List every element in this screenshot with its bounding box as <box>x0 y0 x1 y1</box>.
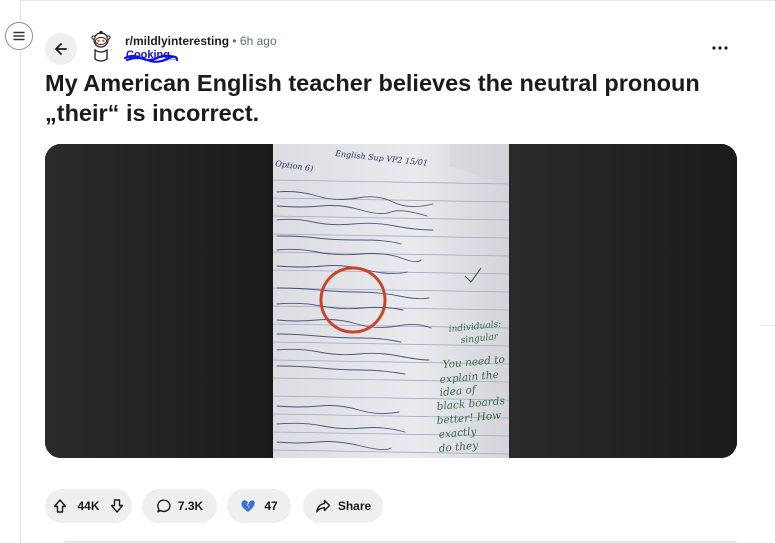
photo-blur-left <box>45 144 273 458</box>
right-divider <box>761 325 775 326</box>
arrow-down-icon[interactable] <box>109 498 125 514</box>
photo-blur-right <box>509 144 737 458</box>
post-title[interactable]: My American English teacher believes the… <box>45 68 735 128</box>
subreddit-name[interactable]: r/mildlyinteresting <box>125 34 229 48</box>
share-arrow-icon <box>315 499 331 513</box>
share-label: Share <box>337 499 372 513</box>
hamburger-icon <box>13 31 25 41</box>
left-rail <box>0 0 21 543</box>
ellipsis-icon <box>712 46 728 50</box>
broken-heart-icon <box>241 500 255 512</box>
share-button[interactable]: Share <box>303 489 383 523</box>
meta-separator: • <box>232 34 237 48</box>
notebook-photo: English Sup VP2 15/01 Option 6) individu… <box>45 144 737 458</box>
award-button[interactable]: 47 <box>227 489 291 523</box>
arrow-left-icon <box>55 43 67 55</box>
more-options-button[interactable] <box>708 38 732 58</box>
author-redaction-scribble <box>123 54 179 63</box>
post-time: 6h ago <box>239 34 277 48</box>
vote-control: 44K <box>45 489 132 523</box>
menu-button[interactable] <box>5 22 33 50</box>
arrow-up-icon[interactable] <box>52 498 68 514</box>
speech-bubble-icon <box>157 499 171 513</box>
award-count: 47 <box>264 499 278 513</box>
post-meta: r/mildlyinteresting • 6h ago <box>125 33 277 49</box>
top-divider <box>20 0 775 1</box>
post-image[interactable]: English Sup VP2 15/01 Option 6) individu… <box>45 144 737 458</box>
subreddit-avatar[interactable] <box>87 30 115 64</box>
comment-count: 7.3K <box>177 499 204 513</box>
back-button[interactable] <box>45 33 77 65</box>
comments-button[interactable]: 7.3K <box>142 489 217 523</box>
vote-count: 44K <box>77 499 100 513</box>
